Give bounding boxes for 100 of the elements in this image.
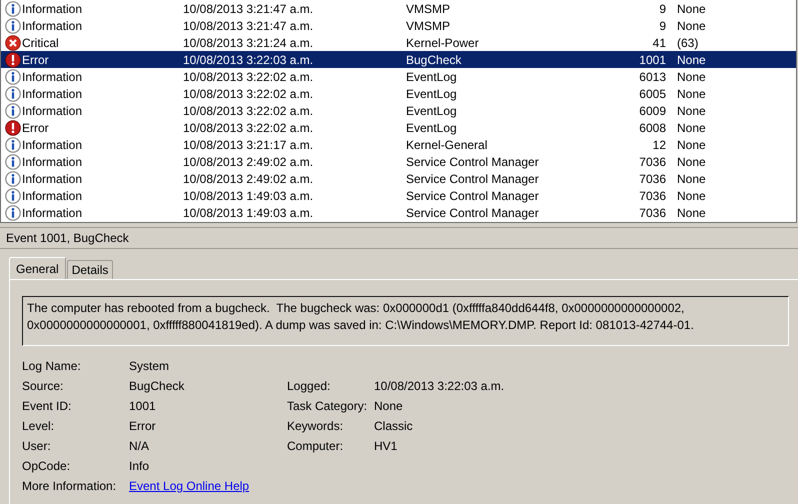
field-label: Level: — [22, 419, 54, 433]
event-row[interactable]: Information 10/08/2013 3:21:47 a.m. VMSMP 9 None — [1, 0, 796, 17]
event-id-cell-text: 6013 — [638, 70, 666, 84]
error-icon — [5, 120, 21, 136]
source-cell-text: Kernel-Power — [406, 36, 480, 50]
date-cell-text: 10/08/2013 3:21:17 a.m. — [183, 138, 314, 152]
source-cell-text: EventLog — [406, 120, 458, 134]
source-cell-text: Service Control Manager — [406, 154, 540, 168]
task-category-cell-text: None — [676, 172, 706, 186]
event-id-cell-text: 12 — [652, 138, 666, 152]
event-id-cell-text: 7036 — [638, 172, 666, 186]
tab[interactable]: Details — [66, 260, 114, 279]
task-category-cell-text: None — [676, 206, 706, 220]
task-category-cell-text: None — [676, 52, 706, 66]
date-cell-text: 10/08/2013 1:49:03 a.m. — [183, 188, 314, 202]
field-label: Event ID: — [22, 399, 72, 413]
event-id-cell-text: 9 — [658, 2, 666, 16]
date-cell-text: 10/08/2013 3:21:47 a.m. — [183, 18, 314, 32]
field-value: HV1 — [374, 439, 398, 453]
field-value: Classic — [374, 419, 413, 433]
date-cell-text: 10/08/2013 3:21:24 a.m. — [183, 36, 314, 50]
level-cell: Error — [22, 120, 49, 134]
information-icon — [5, 68, 21, 84]
information-icon — [5, 154, 21, 170]
source-cell-text: Service Control Manager — [406, 188, 540, 202]
task-category-cell-text: None — [676, 86, 706, 100]
event-row[interactable]: Information 10/08/2013 3:22:02 a.m. EventLog 6005 None — [1, 85, 796, 102]
event-row[interactable]: Information 10/08/2013 1:49:03 a.m. Service Control Manager 7036 None — [1, 204, 796, 221]
level-cell: Information — [22, 172, 82, 186]
level-cell: Information — [22, 86, 82, 100]
level-cell: Information — [22, 18, 82, 32]
event-row[interactable]: Information 10/08/2013 1:49:03 a.m. Service Control Manager 7036 None — [1, 187, 796, 204]
field-label: Log Name: — [22, 359, 81, 373]
task-category-cell-text: None — [676, 70, 706, 84]
source-cell-text: Service Control Manager — [406, 172, 540, 186]
date-cell-text: 10/08/2013 3:22:02 a.m. — [183, 120, 314, 134]
event-id-cell-text: 6009 — [638, 104, 666, 118]
information-icon — [5, 18, 21, 34]
event-row[interactable]: Information 10/08/2013 3:22:02 a.m. EventLog 6009 None — [1, 102, 796, 119]
level-cell: Information — [22, 138, 82, 152]
level-cell: Error — [22, 52, 49, 66]
task-category-cell-text: None — [676, 138, 706, 152]
date-cell-text: 10/08/2013 3:22:02 a.m. — [183, 104, 314, 118]
date-cell-text: 10/08/2013 2:49:02 a.m. — [183, 154, 314, 168]
event-id-cell-text: 1001 — [638, 52, 666, 66]
task-category-cell-text: None — [676, 18, 706, 32]
event-id-cell-text: 7036 — [638, 188, 666, 202]
event-row[interactable]: Information 10/08/2013 3:21:47 a.m. VMSMP 9 None — [1, 17, 796, 34]
field-value: N/A — [129, 439, 150, 453]
information-icon — [5, 102, 21, 118]
event-id-cell-text: 7036 — [638, 206, 666, 220]
event-id-cell-text: 6005 — [638, 86, 666, 100]
event-row[interactable]: Information 10/08/2013 2:49:02 a.m. Service Control Manager 7036 None — [1, 170, 796, 187]
date-cell-text: 10/08/2013 3:22:02 a.m. — [183, 70, 314, 84]
source-cell-text: VMSMP — [406, 2, 452, 16]
level-cell: Information — [22, 104, 82, 118]
level-cell: Information — [22, 2, 82, 16]
task-category-cell-text: None — [676, 188, 706, 202]
information-icon — [5, 204, 21, 220]
field-value: 1001 — [129, 399, 156, 413]
source-cell-text: EventLog — [406, 70, 458, 84]
help-link[interactable]: Event Log Online Help — [129, 479, 250, 493]
field-value: BugCheck — [129, 379, 184, 393]
source-cell-text: VMSMP — [406, 18, 452, 32]
event-row[interactable]: Critical 10/08/2013 3:21:24 a.m. Kernel-Power 41 (63) — [1, 34, 796, 51]
source-cell-text: EventLog — [406, 104, 458, 118]
event-id-cell-text: 7036 — [638, 154, 666, 168]
task-category-cell-text: None — [676, 104, 706, 118]
field-value: Error — [129, 419, 156, 433]
information-icon — [5, 136, 21, 152]
event-row[interactable]: Error 10/08/2013 3:22:02 a.m. EventLog 6008 None — [1, 119, 796, 136]
event-row[interactable]: Information 10/08/2013 3:22:02 a.m. EventLog 6013 None — [1, 68, 796, 85]
date-cell-text: 10/08/2013 3:21:47 a.m. — [183, 2, 314, 16]
source-cell-text: Kernel-General — [406, 138, 488, 152]
critical-icon — [5, 34, 21, 50]
source-cell-text: Service Control Manager — [406, 206, 540, 220]
event-id-cell-text: 41 — [652, 36, 666, 50]
event-row[interactable]: Information 10/08/2013 2:49:02 a.m. Service Control Manager 7036 None — [1, 153, 796, 170]
date-cell-text: 10/08/2013 3:22:03 a.m. — [183, 52, 314, 66]
date-cell-text: 10/08/2013 2:49:02 a.m. — [183, 172, 314, 186]
event-row[interactable]: Information 10/08/2013 3:21:17 a.m. Kernel-General 12 None — [1, 136, 796, 153]
date-cell-text: 10/08/2013 1:49:03 a.m. — [183, 206, 314, 220]
error-icon — [5, 52, 21, 68]
information-icon — [5, 188, 21, 204]
field-label: User: — [22, 439, 51, 453]
field-label: Computer: — [287, 439, 344, 453]
field-label: More Information: — [22, 479, 116, 493]
field-label: Task Category: — [287, 399, 368, 413]
task-category-cell-text: None — [676, 2, 706, 16]
tab[interactable]: General — [9, 257, 66, 279]
field-label: Logged: — [287, 379, 330, 393]
event-id-cell-text: 6008 — [638, 120, 666, 134]
event-row[interactable]: Error 10/08/2013 3:22:03 a.m. BugCheck 1001 None — [1, 51, 796, 68]
level-cell: Information — [22, 188, 82, 202]
source-cell-text: BugCheck — [406, 52, 462, 66]
information-icon — [5, 86, 21, 102]
information-icon — [5, 170, 21, 186]
description-text: The computer has rebooted from a bugcheck. The bugcheck was: 0x000000d1 (0xfffffa840dd644f8, 0x0000000000000002, 0x0000000000000001, 0xfffff880041819ed). A dump was saved in: C:\Windows\MEMORY.DMP. Report Id: 081013-42744-01. — [27, 300, 695, 334]
level-cell: Information — [22, 154, 82, 168]
field-value: System — [129, 359, 170, 373]
